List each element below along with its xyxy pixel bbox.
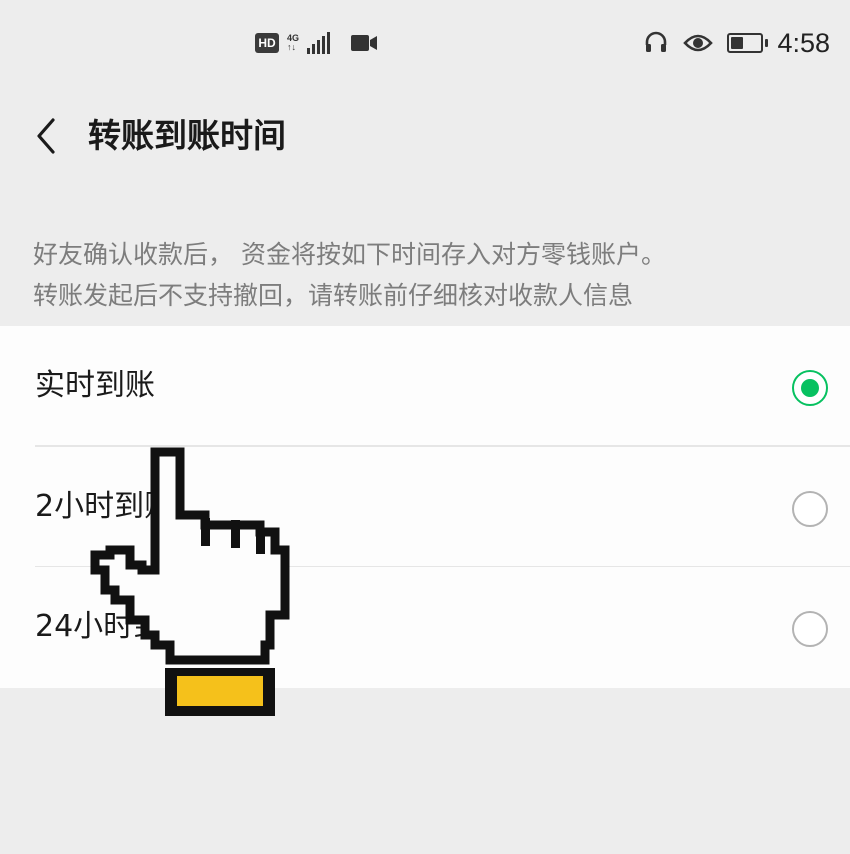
option-label: 24小时到账 (35, 609, 194, 644)
status-bar: HD 4G ↑↓ 4:58 (0, 0, 850, 86)
option-label: 2小时到账 (35, 488, 175, 524)
eye-icon (683, 34, 714, 52)
status-bar-right: 4:58 (643, 26, 830, 60)
back-button[interactable] (24, 112, 68, 160)
arrival-time-options: 实时到账 2小时到账 24小时到账 (0, 326, 850, 688)
battery-icon (727, 33, 769, 53)
hd-icon: HD (255, 33, 279, 53)
chevron-left-icon (37, 118, 55, 154)
radio-checked-icon[interactable] (792, 370, 828, 406)
status-bar-center: HD 4G ↑↓ (255, 30, 378, 56)
video-icon (351, 35, 378, 51)
network-activity-label: ↑↓ (287, 42, 296, 52)
description-line-1: 好友确认收款后， 资金将按如下时间存入对方零钱账户。 (33, 240, 666, 269)
radio-unchecked-icon[interactable] (792, 611, 828, 647)
radio-unchecked-icon[interactable] (792, 490, 828, 527)
option-label: 实时到账 (35, 368, 155, 403)
description-line-2: 转账发起后不支持撤回，请转账前仔细核对收款人信息 (33, 281, 634, 310)
headset-icon (646, 31, 667, 52)
signal-icon (307, 32, 331, 54)
page-title: 转账到账时间 (88, 116, 286, 155)
clock-time: 4:58 (777, 27, 830, 58)
network-type: 4G ↑↓ (287, 34, 299, 52)
option-2-hours[interactable]: 2小时到账 (0, 447, 850, 567)
navigation-header: 转账到账时间 (0, 100, 850, 174)
option-24-hours[interactable]: 24小时到账 (0, 567, 850, 688)
description: 好友确认收款后， 资金将按如下时间存入对方零钱账户。 转账发起后不支持撤回，请转… (33, 234, 833, 316)
option-realtime[interactable]: 实时到账 (0, 326, 850, 447)
